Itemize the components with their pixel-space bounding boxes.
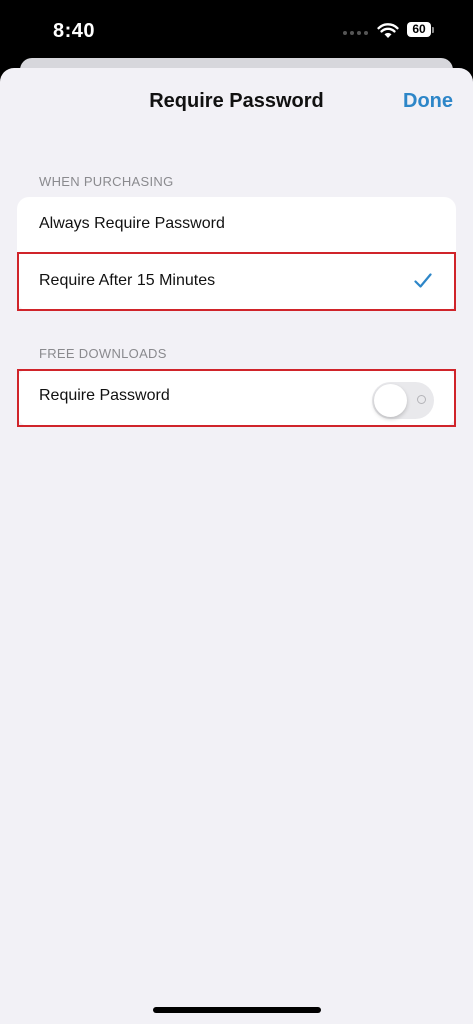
section-header-free-downloads: FREE DOWNLOADS [39,346,167,361]
option-always-require-password[interactable]: Always Require Password [17,197,456,254]
home-indicator[interactable] [153,1007,321,1013]
status-bar: 8:40 60 [0,0,473,66]
modal-sheet: Require Password Done WHEN PURCHASING Al… [0,68,473,1024]
highlight-box-free-downloads [17,369,456,427]
highlight-box-require-after [17,252,456,311]
option-label: Always Require Password [39,215,225,232]
signal-dots-icon [343,31,371,37]
done-button[interactable]: Done [403,90,453,113]
status-time: 8:40 [53,20,96,42]
section-header-when-purchasing: WHEN PURCHASING [39,174,174,189]
wifi-icon [377,23,399,38]
battery-level: 60 [407,22,431,37]
battery-icon: 60 [407,22,434,39]
